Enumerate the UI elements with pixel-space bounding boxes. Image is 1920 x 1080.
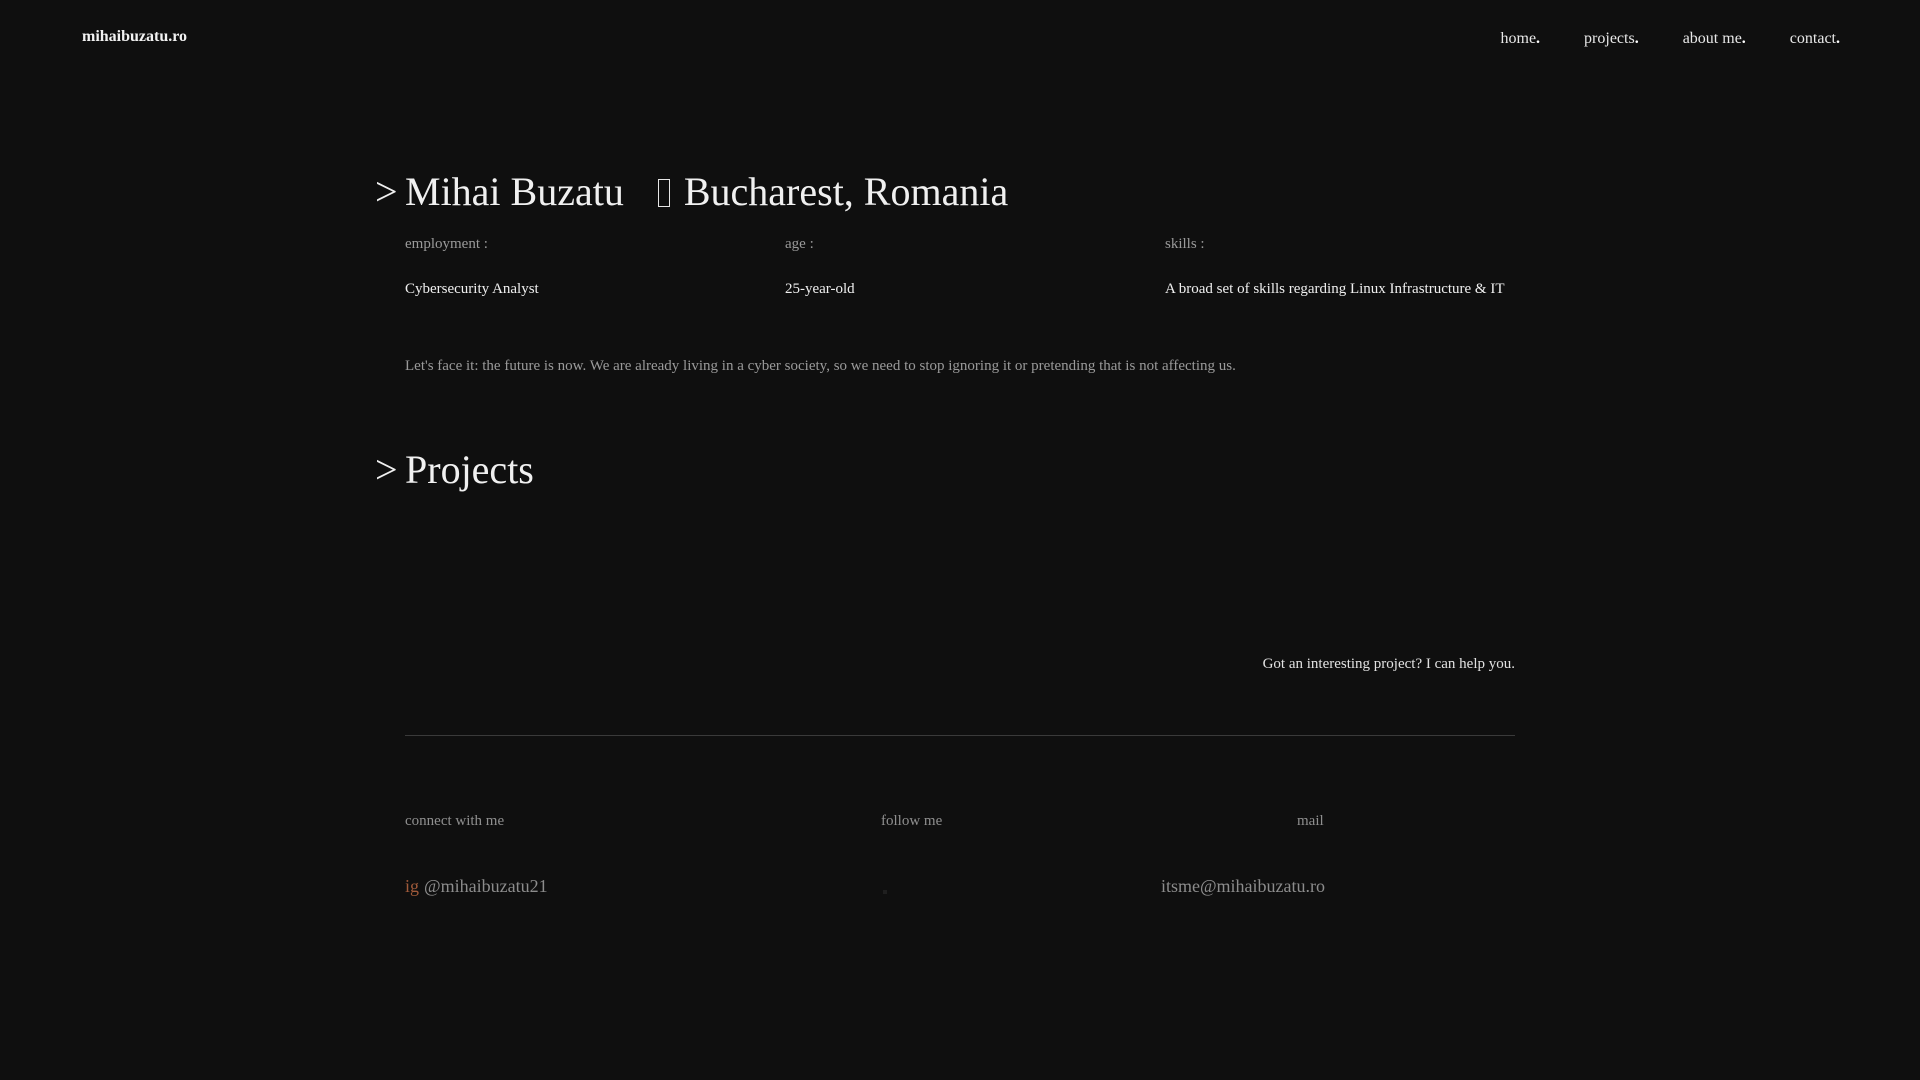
instagram-link[interactable]: ig @mihaibuzatu21 (405, 876, 548, 897)
skills-label: skills : (1165, 236, 1205, 252)
projects-title: Projects (405, 447, 534, 492)
nav-contact-dot: . (1836, 30, 1840, 47)
nav-about-label: about me (1682, 30, 1742, 47)
page: mihaibuzatu.ro home. projects. about me.… (0, 0, 1920, 1080)
hero-location: Bucharest, Romania (657, 168, 1009, 215)
hero-location-text: Bucharest, Romania (683, 169, 1009, 214)
nav-home-dot: . (1536, 30, 1541, 47)
nav-about[interactable]: about me. (1683, 30, 1746, 48)
hero-arrow: > (375, 169, 398, 214)
employment-value: Cybersecurity Analyst (405, 281, 539, 297)
hero-name: Mihai Buzatu (405, 169, 624, 214)
instagram-icon: ig (405, 876, 420, 896)
intro-quote: Let's face it: the future is now. We are… (405, 358, 1236, 374)
employment-label: employment : (405, 236, 488, 252)
age-label: age : (785, 236, 814, 252)
nav-projects[interactable]: projects. (1584, 30, 1639, 48)
brand-link[interactable]: mihaibuzatu.ro (82, 28, 187, 46)
follow-label: follow me (881, 813, 943, 829)
connect-label: connect with me (405, 813, 505, 829)
nav-home[interactable]: home. (1501, 30, 1541, 48)
projects-heading: > Projects (375, 446, 534, 493)
footer-divider (405, 735, 1515, 736)
projects-arrow: > (375, 447, 398, 492)
nav-home-label: home (1500, 30, 1537, 47)
hero-heading: > Mihai Buzatu Bucharest, Romania (375, 168, 1008, 215)
skills-value: A broad set of skills regarding Linux In… (1165, 281, 1505, 297)
nav-about-dot: . (1741, 30, 1746, 47)
age-value: 25-year-old (785, 281, 855, 297)
instagram-handle: @mihaibuzatu21 (424, 876, 548, 896)
follow-icon[interactable] (883, 890, 887, 894)
nav-contact-label: contact (1789, 30, 1836, 47)
projects-cta: Got an interesting project? I can help y… (1262, 656, 1515, 672)
main-nav: home. projects. about me. contact. (1501, 30, 1841, 48)
nav-projects-label: projects (1584, 30, 1635, 47)
location-pin-icon (657, 179, 670, 207)
nav-contact[interactable]: contact. (1790, 30, 1840, 48)
mail-label: mail (1297, 813, 1324, 829)
nav-projects-dot: . (1634, 30, 1639, 47)
email-link[interactable]: itsme@mihaibuzatu.ro (1161, 876, 1325, 897)
